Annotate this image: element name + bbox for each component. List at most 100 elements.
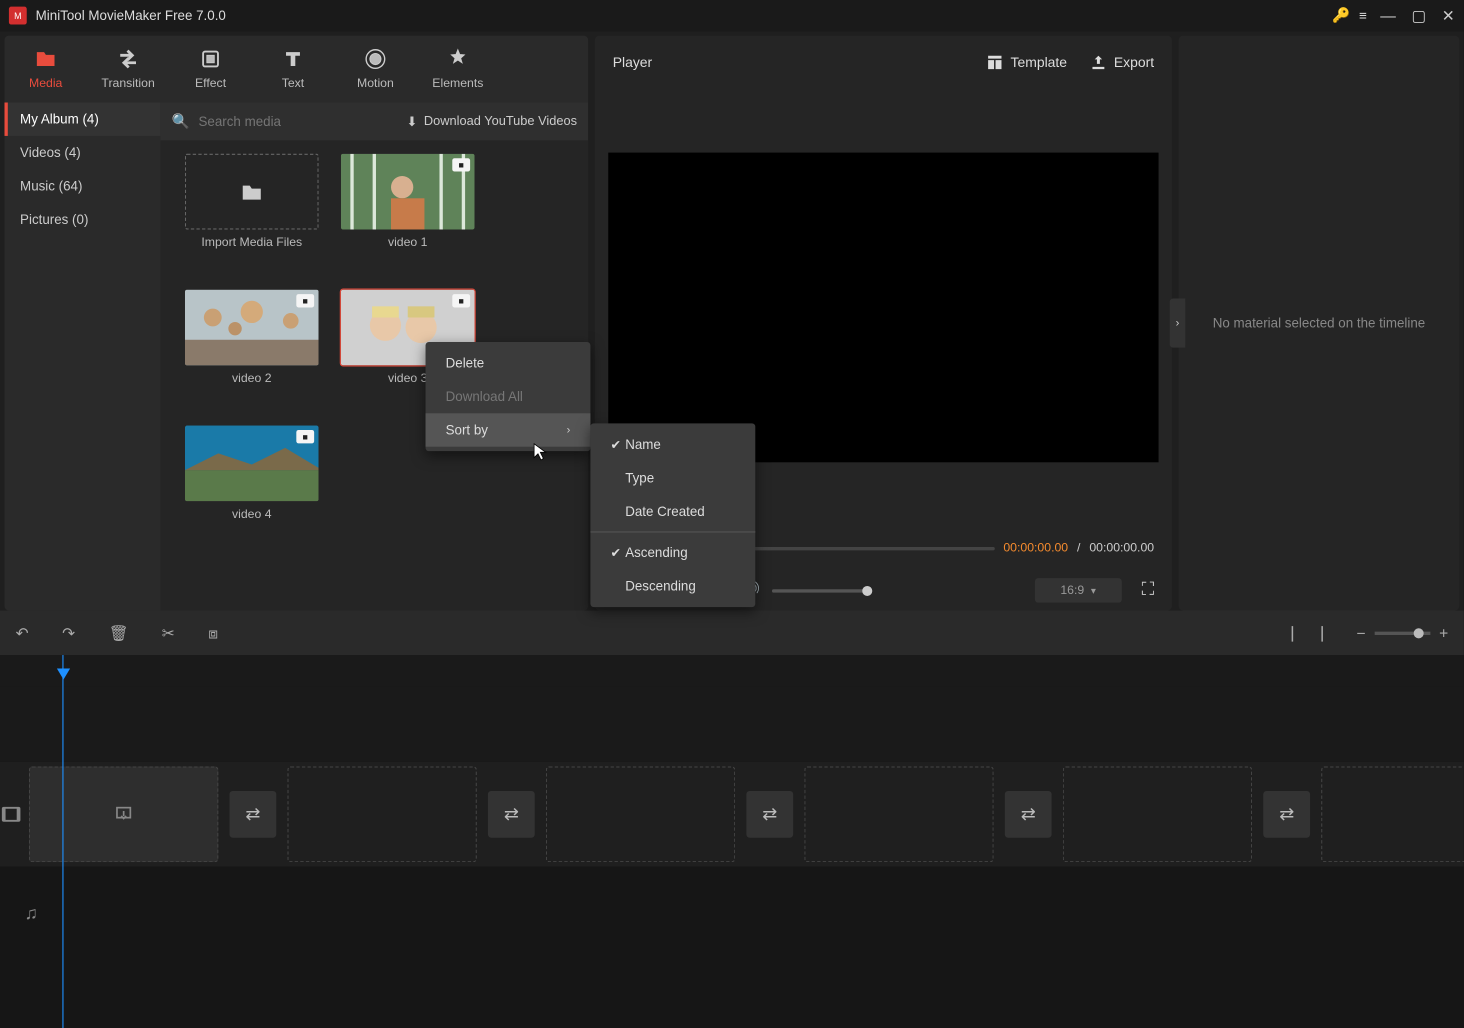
tab-motion[interactable]: Motion bbox=[334, 36, 416, 103]
aspect-ratio-select[interactable]: 16:9 ▾ bbox=[1035, 578, 1122, 603]
close-button[interactable]: ✕ bbox=[1442, 6, 1455, 25]
timeline-tracks: ⊞ ⇄ ⇄ ⇄ ⇄ ⇄ bbox=[0, 655, 1464, 1028]
tab-elements[interactable]: Elements bbox=[417, 36, 499, 103]
export-button[interactable]: Export bbox=[1089, 53, 1154, 71]
sort-descending[interactable]: ✔Descending bbox=[590, 569, 755, 602]
search-icon: 🔍 bbox=[172, 113, 190, 131]
media-item-video2[interactable]: ■ video 2 bbox=[174, 290, 330, 415]
import-caption: Import Media Files bbox=[201, 236, 302, 249]
tab-transition[interactable]: Transition bbox=[87, 36, 169, 103]
sort-name[interactable]: ✔Name bbox=[590, 428, 755, 461]
sort-date-created[interactable]: ✔Date Created bbox=[590, 495, 755, 528]
zoom-in-button[interactable]: + bbox=[1439, 624, 1448, 642]
panel-collapse-handle[interactable]: › bbox=[1170, 299, 1186, 348]
tab-text-label: Text bbox=[282, 77, 304, 90]
video-badge-icon: ■ bbox=[452, 294, 470, 307]
video-slot[interactable] bbox=[804, 766, 993, 862]
text-track[interactable] bbox=[0, 686, 1464, 762]
motion-icon bbox=[364, 48, 386, 70]
transition-slot[interactable]: ⇄ bbox=[1263, 791, 1310, 838]
video-preview[interactable] bbox=[608, 153, 1158, 463]
crop-button[interactable]: ⧈ bbox=[208, 623, 218, 642]
fullscreen-button[interactable]: ⛶ bbox=[1142, 580, 1154, 600]
export-label: Export bbox=[1114, 55, 1154, 71]
delete-button[interactable]: 🗑 bbox=[109, 623, 129, 642]
video-slot[interactable] bbox=[29, 766, 218, 862]
video-slot[interactable] bbox=[546, 766, 735, 862]
video-track-icon bbox=[0, 803, 22, 825]
media-panel: Media Transition Effect Text Motion bbox=[4, 36, 588, 611]
audio-track[interactable]: ♫ bbox=[0, 867, 1464, 963]
video-slot[interactable] bbox=[1063, 766, 1252, 862]
download-icon: ⬇ bbox=[406, 114, 417, 130]
media-caption: video 3 bbox=[388, 372, 428, 385]
sidebar-item-music[interactable]: Music (64) bbox=[4, 169, 160, 202]
playhead[interactable] bbox=[62, 655, 63, 1028]
redo-button[interactable]: ↷ bbox=[62, 623, 75, 642]
download-youtube-label: Download YouTube Videos bbox=[424, 115, 577, 128]
sort-ascending[interactable]: ✔Ascending bbox=[590, 536, 755, 569]
media-caption: video 2 bbox=[232, 372, 272, 385]
minimize-button[interactable]: — bbox=[1380, 7, 1396, 25]
undo-button[interactable]: ↶ bbox=[16, 623, 29, 642]
transition-slot[interactable]: ⇄ bbox=[1005, 791, 1052, 838]
ctx-delete[interactable]: Delete bbox=[426, 346, 591, 379]
video-slot[interactable] bbox=[287, 766, 476, 862]
transition-slot[interactable]: ⇄ bbox=[746, 791, 793, 838]
ctx-download-all: Download All bbox=[426, 380, 591, 413]
snap-button[interactable]: ⎸⎹ bbox=[1292, 623, 1323, 642]
maximize-button[interactable]: ▢ bbox=[1411, 6, 1426, 25]
download-youtube-button[interactable]: ⬇ Download YouTube Videos bbox=[406, 114, 577, 130]
tab-text[interactable]: Text bbox=[252, 36, 334, 103]
zoom-out-button[interactable]: − bbox=[1356, 624, 1365, 642]
search-input[interactable] bbox=[199, 114, 372, 130]
timeline-toolbar: ↶ ↷ 🗑 ✂ ⧈ ⎸⎹ − + bbox=[0, 610, 1464, 655]
zoom-slider[interactable] bbox=[1374, 631, 1430, 634]
audio-track-icon: ♫ bbox=[25, 905, 38, 925]
tab-elements-label: Elements bbox=[432, 77, 483, 90]
sort-submenu: ✔Name ✔Type ✔Date Created ✔Ascending ✔De… bbox=[590, 423, 755, 607]
sidebar-item-pictures[interactable]: Pictures (0) bbox=[4, 203, 160, 236]
app-title: MiniTool MovieMaker Free 7.0.0 bbox=[36, 8, 226, 24]
transition-slot[interactable]: ⇄ bbox=[488, 791, 535, 838]
export-icon bbox=[1089, 53, 1107, 71]
sidebar-item-my-album[interactable]: My Album (4) bbox=[4, 102, 160, 135]
volume-slider[interactable] bbox=[772, 589, 872, 592]
video-slot[interactable] bbox=[1321, 766, 1464, 862]
album-sidebar: My Album (4) Videos (4) Music (64) Pictu… bbox=[4, 102, 160, 610]
import-media-button[interactable]: Import Media Files bbox=[174, 154, 330, 279]
split-button[interactable]: ✂ bbox=[162, 623, 175, 642]
tab-effect-label: Effect bbox=[195, 77, 226, 90]
tab-motion-label: Motion bbox=[357, 77, 394, 90]
ctx-sort-by[interactable]: Sort by › bbox=[426, 413, 591, 446]
time-ruler[interactable] bbox=[0, 655, 1464, 686]
tab-effect[interactable]: Effect bbox=[169, 36, 251, 103]
effect-icon bbox=[199, 48, 221, 70]
folder-icon bbox=[35, 48, 57, 70]
sidebar-item-videos[interactable]: Videos (4) bbox=[4, 136, 160, 169]
media-caption: video 1 bbox=[388, 236, 428, 249]
text-icon bbox=[282, 48, 304, 70]
license-key-icon[interactable]: 🔑 bbox=[1332, 7, 1350, 25]
aspect-value: 16:9 bbox=[1060, 584, 1084, 597]
tab-media[interactable]: Media bbox=[4, 36, 86, 103]
no-selection-message: No material selected on the timeline bbox=[1197, 315, 1441, 331]
time-total: 00:00:00.00 bbox=[1089, 541, 1154, 554]
media-item-video1[interactable]: ■ video 1 bbox=[330, 154, 486, 279]
video-badge-icon: ■ bbox=[296, 430, 314, 443]
transition-slot[interactable]: ⇄ bbox=[229, 791, 276, 838]
chevron-right-icon: › bbox=[567, 424, 571, 436]
tab-transition-label: Transition bbox=[101, 77, 154, 90]
player-label: Player bbox=[613, 55, 652, 71]
video-track[interactable]: ⇄ ⇄ ⇄ ⇄ ⇄ bbox=[0, 762, 1464, 867]
media-item-video4[interactable]: ■ video 4 bbox=[174, 426, 330, 551]
template-button[interactable]: Template bbox=[986, 53, 1067, 71]
title-bar: M MiniTool MovieMaker Free 7.0.0 🔑 ≡ — ▢… bbox=[0, 0, 1464, 31]
context-menu: Delete Download All Sort by › bbox=[426, 342, 591, 451]
hamburger-menu-icon[interactable]: ≡ bbox=[1359, 8, 1367, 24]
chevron-down-icon: ▾ bbox=[1091, 584, 1096, 596]
tab-media-label: Media bbox=[29, 77, 62, 90]
search-row: 🔍 ⬇ Download YouTube Videos bbox=[160, 102, 588, 140]
sort-type[interactable]: ✔Type bbox=[590, 461, 755, 494]
app-logo-icon: M bbox=[9, 7, 27, 25]
